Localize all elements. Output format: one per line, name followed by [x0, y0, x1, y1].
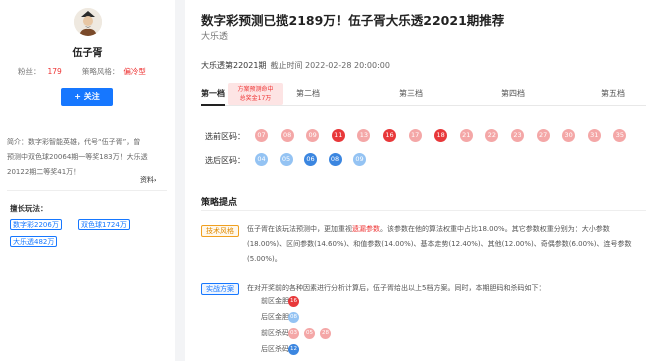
- author-sidebar: 伍子胥 粉丝： 179 策略风格： 偏冷型 + 关注 简介：数字彩智能英雄，代号“伍子…: [0, 0, 175, 361]
- tab-tier-1[interactable]: 第一档: [201, 88, 225, 106]
- intro-line: 预测中双色球20064期一等奖183万！大乐透: [7, 153, 148, 161]
- hit-badge: 方案预测命中 总奖金17万: [228, 83, 283, 105]
- record-tag[interactable]: 大乐透482万: [10, 236, 58, 247]
- front-kill-ball: 05: [304, 328, 315, 339]
- front-number-ball: 18: [434, 129, 448, 142]
- style-label: 策略风格：: [81, 67, 120, 76]
- back-number-ball: 04: [255, 153, 268, 166]
- back-number-ball: 05: [279, 153, 293, 166]
- deadline: 截止时间 2022-02-28 20:00:00: [270, 61, 390, 70]
- front-number-ball: 27: [536, 129, 550, 142]
- plan-badge: 实战方案: [201, 283, 239, 295]
- hit-badge-line: 方案预测命中: [237, 86, 274, 93]
- more-info-link[interactable]: 资料›: [140, 175, 156, 185]
- front-number-ball: 17: [408, 129, 422, 142]
- back-number-ball: 06: [304, 153, 317, 166]
- front-kill-ball: 03: [288, 328, 299, 339]
- plan-text: 在对开奖前的各种因素进行分析计算后，伍子胥给出以上5档方案。同时，本期胆码和杀码…: [247, 284, 546, 292]
- front-number-ball: 07: [255, 129, 268, 142]
- tech-text-highlight: 遗漏参数: [352, 225, 380, 233]
- section-title: 策略提点: [201, 198, 238, 208]
- back-number-ball: 08: [328, 153, 342, 166]
- front-number-ball: 22: [485, 129, 499, 142]
- tech-text-pre: 伍子胥在该玩法预测中，更加重视: [247, 225, 352, 233]
- front-number-ball: 13: [357, 129, 371, 142]
- back-kill-ball: 12: [288, 344, 299, 355]
- page-title: 数字彩预测已揽2189万！伍子胥大乐透22021期推荐: [201, 13, 505, 28]
- intro-line: 简介：数字彩智能英雄，代号“伍子胥”，曾: [7, 138, 141, 146]
- record-title: 擅长玩法：: [10, 204, 48, 213]
- tab-tier-3[interactable]: 第三档: [399, 88, 423, 106]
- lottery-type: 大乐透: [201, 32, 229, 42]
- chevron-right-icon: ›: [154, 177, 157, 184]
- author-stats: 粉丝： 179 策略风格： 偏冷型: [18, 66, 163, 77]
- avatar-illustration-icon: [74, 8, 102, 36]
- period-info: 大乐透第22021期 截止时间 2022-02-28 20:00:00: [201, 60, 390, 71]
- back-zone-label: 选后区码：: [205, 156, 245, 165]
- front-kill-ball: 28: [320, 328, 331, 339]
- author-name: 伍子胥: [72, 48, 103, 59]
- fans-count: 179: [47, 67, 62, 76]
- front-number-ball: 08: [280, 129, 294, 142]
- record-tag[interactable]: 数字彩2206万: [10, 219, 62, 230]
- record-tag[interactable]: 双色球1724万: [78, 219, 130, 230]
- tab-tier-2[interactable]: 第二档: [296, 88, 320, 106]
- fans-label: 粉丝：: [18, 67, 41, 76]
- front-number-ball: 16: [383, 129, 396, 142]
- more-info-label: 资料: [140, 176, 154, 184]
- author-intro: 简介：数字彩智能英雄，代号“伍子胥”，曾 预测中双色球20064期一等奖183万…: [7, 135, 167, 180]
- main-content: 数字彩预测已揽2189万！伍子胥大乐透22021期推荐 大乐透 大乐透第2202…: [185, 0, 650, 361]
- front-number-ball: 23: [511, 129, 524, 142]
- front-zone-label: 选前区码：: [205, 132, 245, 141]
- front-number-ball: 31: [587, 129, 601, 142]
- divider: [7, 190, 167, 191]
- front-number-ball: 35: [613, 129, 627, 142]
- style-value: 偏冷型: [123, 67, 146, 76]
- front-dan-ball: 16: [288, 296, 299, 307]
- divider: [201, 210, 646, 211]
- tech-style-badge: 技术风格: [201, 225, 239, 237]
- avatar[interactable]: [74, 8, 102, 36]
- hit-badge-line: 总奖金17万: [239, 95, 272, 102]
- front-number-ball: 09: [306, 129, 320, 142]
- front-number-ball: 21: [459, 129, 473, 142]
- tech-style-text: 伍子胥在该玩法预测中，更加重视遗漏参数。该参数在他的算法权重中占比18.00%。…: [247, 222, 637, 267]
- front-number-ball: 30: [562, 129, 576, 142]
- back-number-ball: 09: [353, 153, 366, 166]
- follow-button[interactable]: + 关注: [61, 88, 113, 106]
- back-dan-ball: 08: [288, 312, 299, 323]
- period-number: 大乐透第22021期: [201, 61, 267, 70]
- tab-tier-4[interactable]: 第四档: [501, 88, 525, 106]
- tab-tier-5[interactable]: 第五档: [601, 88, 625, 106]
- front-number-ball: 11: [331, 129, 345, 142]
